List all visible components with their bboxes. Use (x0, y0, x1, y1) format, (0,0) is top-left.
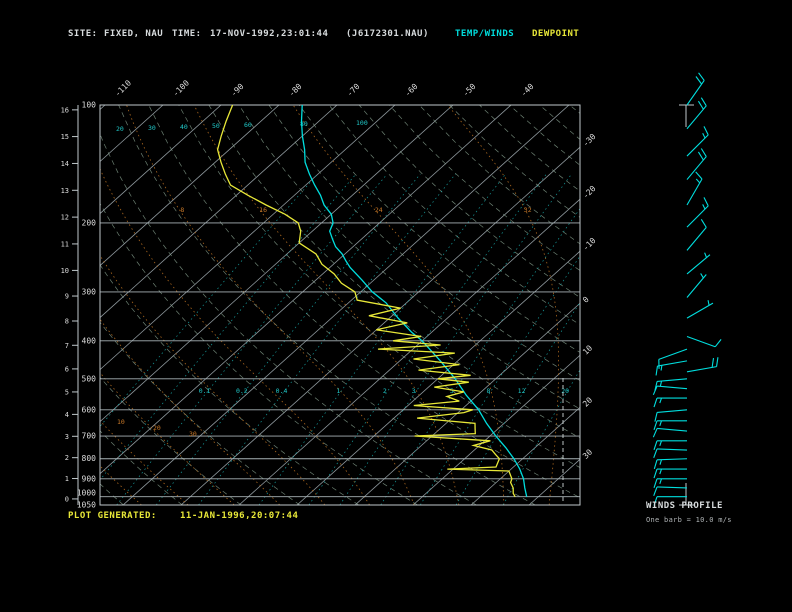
svg-text:300: 300 (82, 287, 97, 296)
svg-text:3: 3 (65, 433, 69, 441)
isotherm-grid (100, 105, 580, 505)
svg-text:-70: -70 (345, 82, 362, 99)
svg-text:15: 15 (61, 133, 69, 141)
svg-text:8: 8 (180, 206, 184, 214)
winds-profile-scale-note: One barb = 10.0 m/s (646, 516, 732, 524)
winds-profile-title: WINDS PROFILE (646, 501, 723, 511)
svg-text:30: 30 (148, 124, 156, 132)
svg-text:16: 16 (61, 106, 69, 114)
plot-generated-label: PLOT GENERATED: (68, 511, 157, 521)
svg-text:-60: -60 (403, 82, 420, 99)
svg-text:13: 13 (61, 187, 69, 195)
svg-text:8: 8 (486, 387, 490, 395)
svg-text:-10: -10 (581, 236, 598, 253)
pressure-axis-labels: 100 200 300 400 500 600 700 800 900 1000 1050 (77, 101, 96, 510)
temperature-trace (300, 105, 528, 497)
skewt-screen: SITE: FIXED, NAU TIME: 17-NOV-1992,23:01… (0, 0, 792, 612)
svg-text:50: 50 (212, 122, 220, 130)
svg-text:9: 9 (65, 293, 69, 301)
svg-text:10: 10 (61, 267, 69, 275)
svg-text:800: 800 (82, 454, 97, 463)
svg-text:60: 60 (244, 121, 252, 129)
dry-adiabat-grid (100, 105, 580, 505)
svg-text:30: 30 (189, 430, 197, 438)
svg-text:0.1: 0.1 (199, 387, 211, 395)
svg-text:24: 24 (375, 206, 383, 214)
svg-text:10: 10 (117, 418, 125, 426)
svg-text:-30: -30 (581, 132, 598, 149)
svg-text:4: 4 (65, 411, 69, 419)
svg-text:1050: 1050 (77, 501, 96, 510)
svg-text:2: 2 (383, 387, 387, 395)
svg-text:600: 600 (82, 405, 97, 414)
svg-text:-110: -110 (113, 78, 133, 98)
winds-profile-panel (652, 72, 722, 506)
svg-text:3: 3 (412, 387, 416, 395)
svg-text:-80: -80 (287, 82, 304, 99)
svg-text:200: 200 (82, 218, 97, 227)
svg-text:400: 400 (82, 336, 97, 345)
svg-text:7: 7 (65, 342, 69, 350)
svg-text:30: 30 (581, 447, 594, 460)
temp-axis-top-labels: -110 -100 -90 -80 -70 -60 -50 -40 (113, 78, 536, 98)
moist-adiabat-labels: 8 16 24 32 (180, 206, 531, 214)
svg-text:20: 20 (581, 395, 594, 408)
svg-text:-40: -40 (519, 82, 536, 99)
svg-text:-100: -100 (171, 78, 191, 98)
svg-text:100: 100 (356, 119, 368, 127)
svg-text:8: 8 (65, 318, 69, 326)
svg-text:12: 12 (518, 387, 526, 395)
svg-text:20: 20 (153, 424, 161, 432)
svg-text:900: 900 (82, 474, 97, 483)
svg-text:1: 1 (336, 387, 340, 395)
svg-text:40: 40 (180, 123, 188, 131)
svg-text:14: 14 (61, 160, 69, 168)
svg-text:20: 20 (116, 125, 124, 133)
svg-text:12: 12 (61, 214, 69, 222)
svg-text:32: 32 (524, 206, 532, 214)
svg-text:10: 10 (581, 343, 594, 356)
svg-text:20: 20 (561, 387, 569, 395)
svg-text:16: 16 (259, 206, 267, 214)
svg-text:0.4: 0.4 (276, 387, 288, 395)
svg-text:500: 500 (82, 374, 97, 383)
svg-text:6: 6 (65, 365, 69, 373)
svg-text:-90: -90 (229, 82, 246, 99)
svg-text:5: 5 (450, 387, 454, 395)
svg-text:-20: -20 (581, 184, 598, 201)
svg-text:11: 11 (61, 240, 69, 248)
svg-text:-50: -50 (461, 82, 478, 99)
svg-text:5: 5 (65, 388, 69, 396)
svg-text:1: 1 (65, 475, 69, 483)
svg-text:1000: 1000 (77, 489, 96, 498)
temp-axis-right-labels: -30 -20 -10 0 10 20 30 (581, 132, 598, 461)
svg-text:0: 0 (65, 495, 69, 503)
svg-text:100: 100 (82, 101, 97, 110)
height-axis: 012345678910111213141516 (61, 105, 79, 505)
svg-text:700: 700 (82, 432, 97, 441)
svg-text:0.2: 0.2 (236, 387, 248, 395)
plot-generated-value: 11-JAN-1996,20:07:44 (180, 511, 299, 521)
svg-text:0: 0 (581, 295, 591, 305)
dewpoint-trace (216, 105, 516, 498)
svg-text:2: 2 (65, 454, 69, 462)
